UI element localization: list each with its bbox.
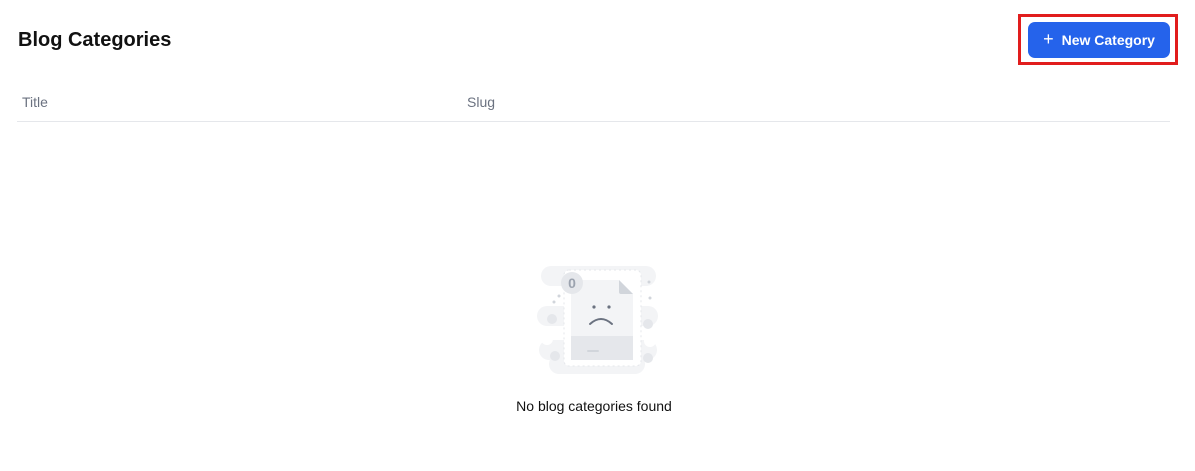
column-header-title[interactable]: Title [22,94,48,110]
plus-icon: + [1043,29,1054,49]
empty-state-message: No blog categories found [516,398,672,414]
empty-badge-count: 0 [568,275,576,291]
column-header-slug[interactable]: Slug [467,94,495,110]
new-category-label: New Category [1061,32,1155,48]
empty-state: 0 [0,262,1195,376]
sad-document-icon: 0 [537,266,658,374]
page-title: Blog Categories [18,29,172,51]
blog-categories-page: Blog Categories + New Category Title Slu… [0,0,1195,471]
table-header: Title Slug [17,86,1170,122]
new-category-button[interactable]: + New Category [1028,22,1170,58]
